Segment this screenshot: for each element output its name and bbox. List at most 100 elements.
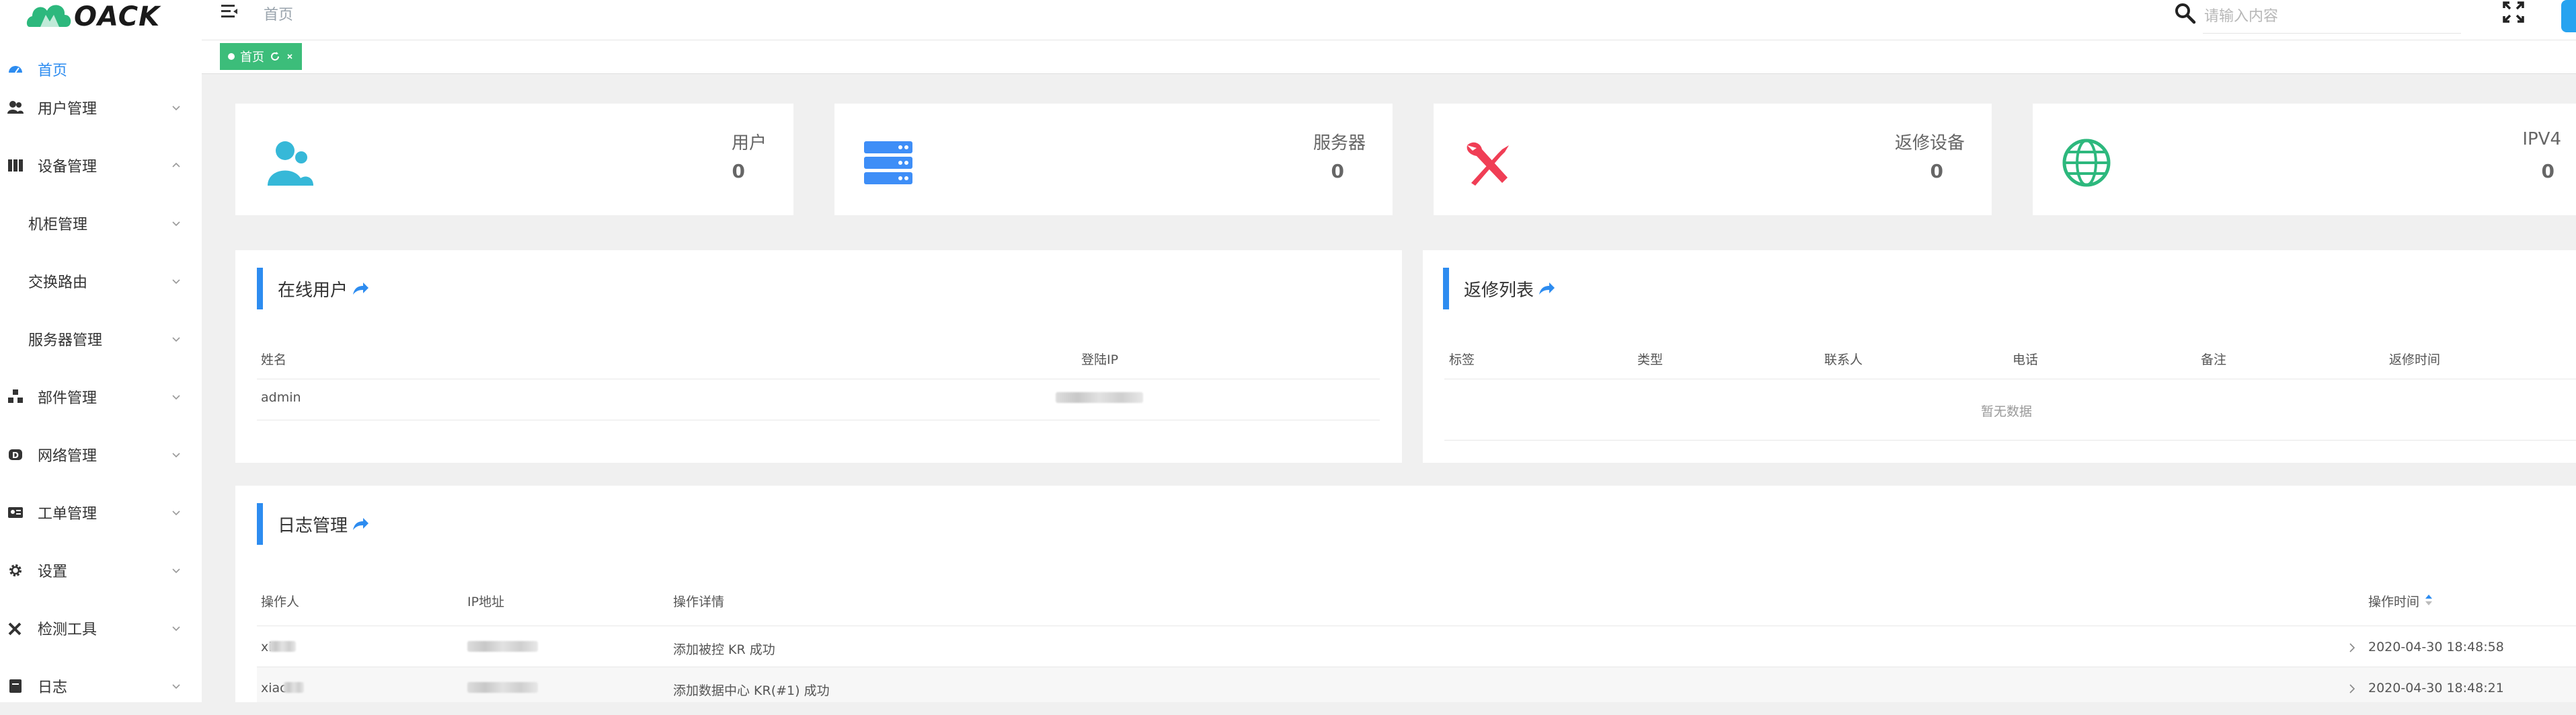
tab-label: 首页 [240, 50, 264, 65]
stat-label: 返修设备 [1894, 133, 1965, 153]
tools-icon [8, 622, 22, 636]
sidebar-item-devices[interactable]: 设备管理 [0, 137, 202, 194]
panel-header: 在线用户 [257, 268, 369, 309]
chevron-down-icon [172, 684, 180, 689]
column-header-contact: 联系人 [1824, 352, 1863, 367]
column-header-notes: 备注 [2201, 352, 2227, 367]
log-icon [9, 679, 22, 693]
chevron-down-icon [172, 453, 180, 458]
panel-header: 返修列表 [1443, 268, 1555, 309]
repair-list-panel: 返修列表 标签 类型 联系人 电话 备注 返修时间 暂无数据 [1423, 250, 2576, 463]
globe-icon [2062, 139, 2111, 187]
column-header-phone: 电话 [2013, 352, 2039, 367]
stat-label: IPV4 [2522, 129, 2561, 149]
column-header-operator: 操作人 [261, 595, 300, 609]
share-icon[interactable] [352, 280, 369, 297]
panel-title: 在线用户 [278, 280, 348, 301]
user-menu-button[interactable] [2561, 0, 2576, 32]
panel-accent-bar [1443, 268, 1449, 309]
column-header-tag: 标签 [1449, 352, 1475, 367]
refresh-icon[interactable] [270, 51, 280, 62]
chevron-down-icon [172, 626, 180, 632]
sidebar-item-label: 工单管理 [38, 506, 97, 523]
sidebar-item-cabinets[interactable]: 机柜管理 [0, 194, 202, 252]
sidebar-item-label: 日志 [38, 679, 68, 696]
chevron-right-icon[interactable] [2348, 683, 2356, 694]
logo-cloud-icon [26, 5, 71, 27]
sidebar-item-tickets[interactable]: 工单管理 [0, 484, 202, 541]
chevron-down-icon [172, 106, 180, 111]
panel-accent-bar [257, 503, 263, 545]
logs-panel: 日志管理 操作人 IP地址 操作详情 操作时间 xi 添加被控 KR 成功 20… [235, 486, 2576, 702]
breadcrumb-home[interactable]: 首页 [264, 3, 293, 24]
chevron-down-icon [172, 395, 180, 400]
panel-title: 返修列表 [1464, 280, 1534, 301]
column-header-repair-time: 返修时间 [2389, 352, 2441, 367]
redacted-ip [467, 641, 538, 652]
stat-label: 用户 [731, 133, 767, 153]
column-header-time[interactable]: 操作时间 [2368, 592, 2419, 610]
parts-icon [8, 389, 23, 403]
sidebar-item-label: 用户管理 [38, 101, 97, 118]
panel-accent-bar [257, 268, 263, 309]
sidebar-item-settings[interactable]: 设置 [0, 541, 202, 599]
panel-header: 日志管理 [257, 503, 369, 545]
sidebar-item-label: 检测工具 [38, 622, 97, 638]
menu-toggle-icon[interactable] [220, 3, 240, 20]
sidebar-item-parts[interactable]: 部件管理 [0, 368, 202, 426]
redacted-ip [467, 682, 538, 693]
log-detail: 添加被控 KR 成功 [673, 642, 775, 657]
online-user-name: admin [261, 390, 301, 405]
sidebar-item-network[interactable]: D 网络管理 [0, 426, 202, 484]
column-header-name: 姓名 [261, 352, 287, 367]
users-icon [268, 141, 313, 186]
gear-icon [9, 564, 22, 576]
stat-card-users: 用户 0 [235, 104, 793, 215]
table-row[interactable]: xiac 添加数据中心 KR(#1) 成功 2020-04-30 18:48:2… [257, 667, 2576, 702]
sidebar-item-servers[interactable]: 服务器管理 [0, 310, 202, 368]
sort-icon[interactable] [2424, 593, 2433, 607]
close-icon[interactable] [286, 52, 294, 61]
share-icon[interactable] [352, 515, 369, 533]
divider [1444, 440, 2576, 441]
log-time: 2020-04-30 18:48:21 [2368, 681, 2504, 695]
sidebar-item-label: 网络管理 [38, 448, 97, 465]
tools-icon [1467, 142, 1509, 186]
search-icon[interactable] [2173, 1, 2197, 26]
stat-card-ipv4: IPV4 0 [2033, 104, 2576, 215]
share-icon[interactable] [1538, 280, 1555, 297]
top-header: 首页 [202, 0, 2576, 40]
chevron-down-icon [172, 279, 180, 285]
dashboard-icon [9, 66, 22, 73]
sidebar-item-label: 交换路由 [28, 274, 88, 291]
stat-value: 0 [1331, 160, 1344, 182]
sidebar-item-label: 服务器管理 [28, 332, 103, 349]
sidebar-item-label: 机柜管理 [28, 217, 88, 233]
chevron-right-icon[interactable] [2348, 642, 2356, 653]
column-header-type: 类型 [1637, 352, 1664, 367]
sidebar-item-label: 设备管理 [38, 159, 97, 176]
search-input[interactable] [2203, 0, 2461, 34]
sidebar-item-switch-routing[interactable]: 交换路由 [0, 252, 202, 310]
sidebar-item-users[interactable]: 用户管理 [0, 79, 202, 137]
sidebar-item-logs[interactable]: 日志 [0, 657, 202, 715]
stat-value: 0 [2541, 160, 2554, 182]
empty-text: 暂无数据 [1981, 404, 2033, 419]
sidebar-item-tools[interactable]: 检测工具 [0, 599, 202, 657]
tabs-bar: 首页 [202, 40, 2576, 74]
log-operator: xiac [261, 681, 287, 695]
stat-card-repairs: 返修设备 0 [1434, 104, 1992, 215]
device-icon [8, 159, 23, 172]
ticket-icon [8, 507, 23, 518]
sidebar-item-label: 首页 [38, 63, 68, 79]
server-icon [864, 141, 912, 184]
chevron-down-icon [172, 568, 180, 574]
network-icon: D [9, 449, 22, 460]
table-row[interactable]: xi 添加被控 KR 成功 2020-04-30 18:48:58 [257, 626, 2576, 667]
tab-home[interactable]: 首页 [220, 43, 302, 70]
stat-value: 0 [732, 160, 745, 182]
fullscreen-icon[interactable] [2501, 0, 2526, 24]
sidebar: 首页 用户管理 设备管理 机柜管理 交换路由 服务器管理 部件管理 D 网络管理… [0, 40, 202, 702]
chevron-down-icon [172, 337, 180, 342]
logo-text: OACK [74, 1, 161, 32]
